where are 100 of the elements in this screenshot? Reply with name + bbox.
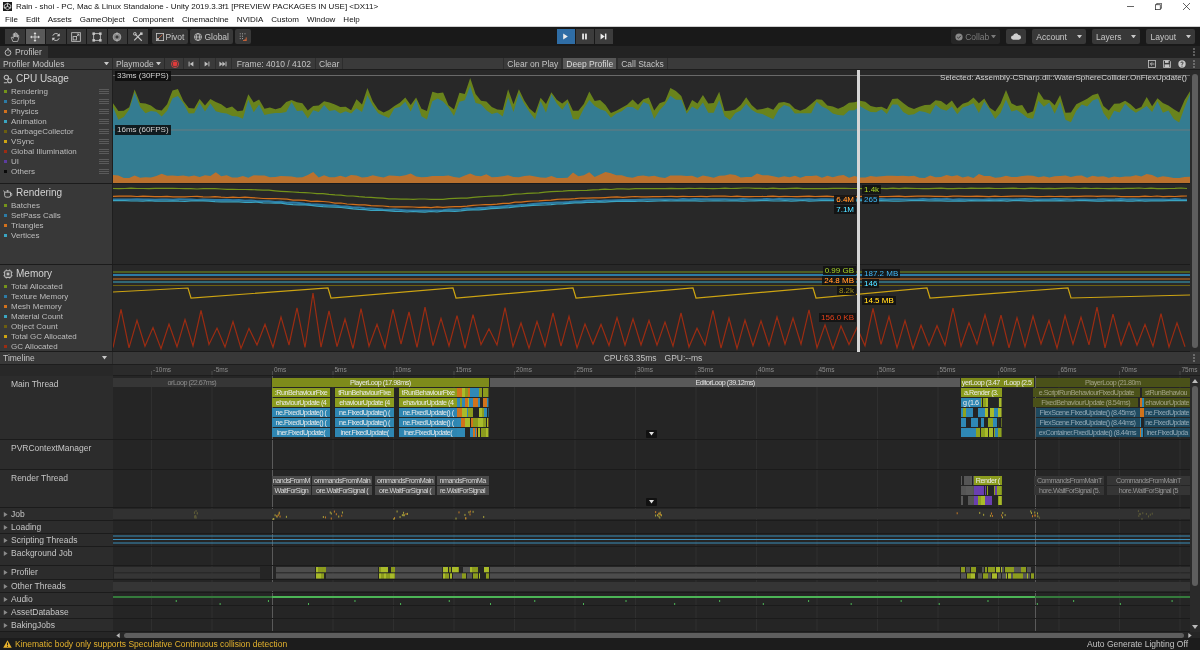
scrollbar-thumb[interactable] bbox=[124, 632, 1184, 638]
thread-activity-lines[interactable] bbox=[113, 534, 1190, 546]
legend-label[interactable]: SetPass Calls bbox=[11, 210, 61, 220]
toolbar-dropdown[interactable]: Account bbox=[1032, 29, 1086, 44]
menu-item[interactable]: Cinemachine bbox=[181, 15, 229, 24]
drag-handle-icon[interactable] bbox=[99, 168, 109, 174]
menu-item[interactable]: Help bbox=[343, 15, 360, 24]
menu-item[interactable]: Component bbox=[132, 15, 174, 24]
load-icon[interactable] bbox=[1148, 59, 1156, 68]
menu-item[interactable]: Edit bbox=[25, 15, 40, 24]
legend-label[interactable]: Triangles bbox=[11, 220, 44, 230]
modules-dropdown[interactable]: Profiler Modules bbox=[0, 58, 113, 69]
tool-button[interactable] bbox=[128, 29, 148, 44]
menu-item[interactable]: Assets bbox=[47, 15, 72, 24]
menu-item[interactable]: GameObject bbox=[79, 15, 125, 24]
cloud-button[interactable] bbox=[1006, 29, 1027, 44]
menu-item[interactable]: Custom bbox=[271, 15, 299, 24]
tool-button[interactable] bbox=[107, 29, 127, 44]
legend-label[interactable]: UI bbox=[11, 156, 19, 166]
toggle-button[interactable]: Clear on Play bbox=[503, 58, 563, 69]
module-title[interactable]: Memory bbox=[16, 268, 53, 279]
target-dropdown[interactable]: Playmode bbox=[113, 58, 165, 69]
legend-label[interactable]: Animation bbox=[11, 116, 47, 126]
expand-lanes-button[interactable] bbox=[646, 430, 657, 438]
playback-button[interactable] bbox=[576, 29, 594, 44]
drag-handle-icon[interactable] bbox=[99, 148, 109, 154]
scroll-down-icon[interactable] bbox=[1192, 625, 1198, 629]
tool-button[interactable] bbox=[66, 29, 86, 44]
expand-arrow-icon[interactable] bbox=[3, 610, 8, 615]
drag-handle-icon[interactable] bbox=[99, 128, 109, 134]
tool-button[interactable] bbox=[46, 29, 66, 44]
legend-label[interactable]: Global Illumination bbox=[11, 146, 77, 156]
module-title[interactable]: Rendering bbox=[16, 187, 63, 198]
legend-label[interactable]: VSync bbox=[11, 136, 35, 146]
expand-arrow-icon[interactable] bbox=[3, 623, 8, 628]
expand-arrow-icon[interactable] bbox=[3, 584, 8, 589]
legend-label[interactable]: Others bbox=[11, 166, 35, 176]
grid-snap-button[interactable] bbox=[235, 29, 251, 44]
scrollbar-thumb[interactable] bbox=[1192, 386, 1198, 586]
help-icon[interactable] bbox=[1178, 59, 1186, 68]
scroll-left-icon[interactable] bbox=[116, 632, 120, 638]
toggle-button[interactable]: Deep Profile bbox=[562, 58, 618, 69]
legend-label[interactable]: Total GC Allocated bbox=[11, 331, 77, 341]
legend-label[interactable]: GarbageCollector bbox=[11, 126, 74, 136]
expand-arrow-icon[interactable] bbox=[3, 512, 8, 517]
tool-button[interactable] bbox=[87, 29, 107, 44]
legend-label[interactable]: Vertices bbox=[11, 230, 40, 240]
caret-icon bbox=[1186, 34, 1191, 39]
drag-handle-icon[interactable] bbox=[99, 138, 109, 144]
space-button[interactable]: Global bbox=[190, 29, 233, 44]
toolbar-dropdown[interactable]: Layers bbox=[1091, 29, 1141, 44]
status-warning[interactable]: Kinematic body only supports Speculative Continuous collision detection bbox=[15, 639, 288, 649]
scroll-up-icon[interactable] bbox=[1192, 379, 1198, 383]
legend-label[interactable]: Batches bbox=[11, 200, 40, 210]
step-icon bbox=[600, 33, 608, 40]
expand-arrow-icon[interactable] bbox=[3, 551, 8, 556]
legend-label[interactable]: Mesh Memory bbox=[11, 301, 62, 311]
scrollbar-thumb[interactable] bbox=[1192, 74, 1198, 348]
drag-handle-icon[interactable] bbox=[99, 158, 109, 164]
legend-label[interactable]: Total Allocated bbox=[11, 281, 63, 291]
tool-button[interactable] bbox=[25, 29, 45, 44]
audio-activity-line[interactable] bbox=[113, 593, 1190, 605]
view-dropdown[interactable]: Timeline bbox=[0, 352, 113, 364]
menu-item[interactable]: Window bbox=[306, 15, 336, 24]
drag-handle-icon[interactable] bbox=[99, 98, 109, 104]
save-icon[interactable] bbox=[1163, 59, 1171, 68]
scroll-right-icon[interactable] bbox=[1188, 632, 1192, 638]
legend-label[interactable]: Physics bbox=[11, 106, 39, 116]
toolbar-dropdown[interactable]: Layout bbox=[1146, 29, 1195, 44]
close-icon bbox=[1182, 3, 1190, 10]
legend-label[interactable]: Texture Memory bbox=[11, 291, 69, 301]
expand-arrow-icon[interactable] bbox=[3, 525, 8, 530]
playback-button[interactable] bbox=[595, 29, 613, 44]
legend-label[interactable]: Rendering bbox=[11, 86, 48, 96]
legend-label[interactable]: Material Count bbox=[11, 311, 64, 321]
drag-handle-icon[interactable] bbox=[99, 88, 109, 94]
drag-handle-icon[interactable] bbox=[99, 118, 109, 124]
legend-label[interactable]: Object Count bbox=[11, 321, 58, 331]
expand-arrow-icon[interactable] bbox=[3, 538, 8, 543]
module-title[interactable]: CPU Usage bbox=[16, 73, 69, 84]
menu-item[interactable]: File bbox=[5, 15, 18, 24]
menu-item[interactable]: NVIDIA bbox=[236, 15, 264, 24]
tool-button[interactable] bbox=[5, 29, 25, 44]
window-title: Rain - shoi - PC, Mac & Linux Standalone - Unity 2019.3.3f1 [PREVIEW PACKAGES IN USE] <DX11> bbox=[16, 2, 379, 11]
pivot-button[interactable]: Pivot bbox=[151, 29, 189, 44]
hand-icon bbox=[9, 31, 20, 42]
expand-arrow-icon[interactable] bbox=[3, 597, 8, 602]
expand-lanes-button[interactable] bbox=[646, 498, 657, 506]
legend-label[interactable]: GC Allocated bbox=[11, 341, 58, 351]
legend-label[interactable]: Scripts bbox=[11, 96, 36, 106]
grid-snap-icon bbox=[239, 32, 247, 41]
clear-button[interactable]: Clear bbox=[315, 58, 344, 69]
drag-handle-icon[interactable] bbox=[99, 108, 109, 114]
expand-arrow-icon[interactable] bbox=[3, 570, 8, 575]
toggle-button[interactable]: Call Stacks bbox=[617, 58, 668, 69]
thread-name: Loading bbox=[11, 523, 42, 532]
thread-name: Profiler bbox=[11, 568, 38, 577]
playback-button[interactable] bbox=[557, 29, 575, 44]
profiler-tab[interactable]: Profiler bbox=[0, 46, 48, 58]
scale-icon bbox=[71, 31, 82, 42]
